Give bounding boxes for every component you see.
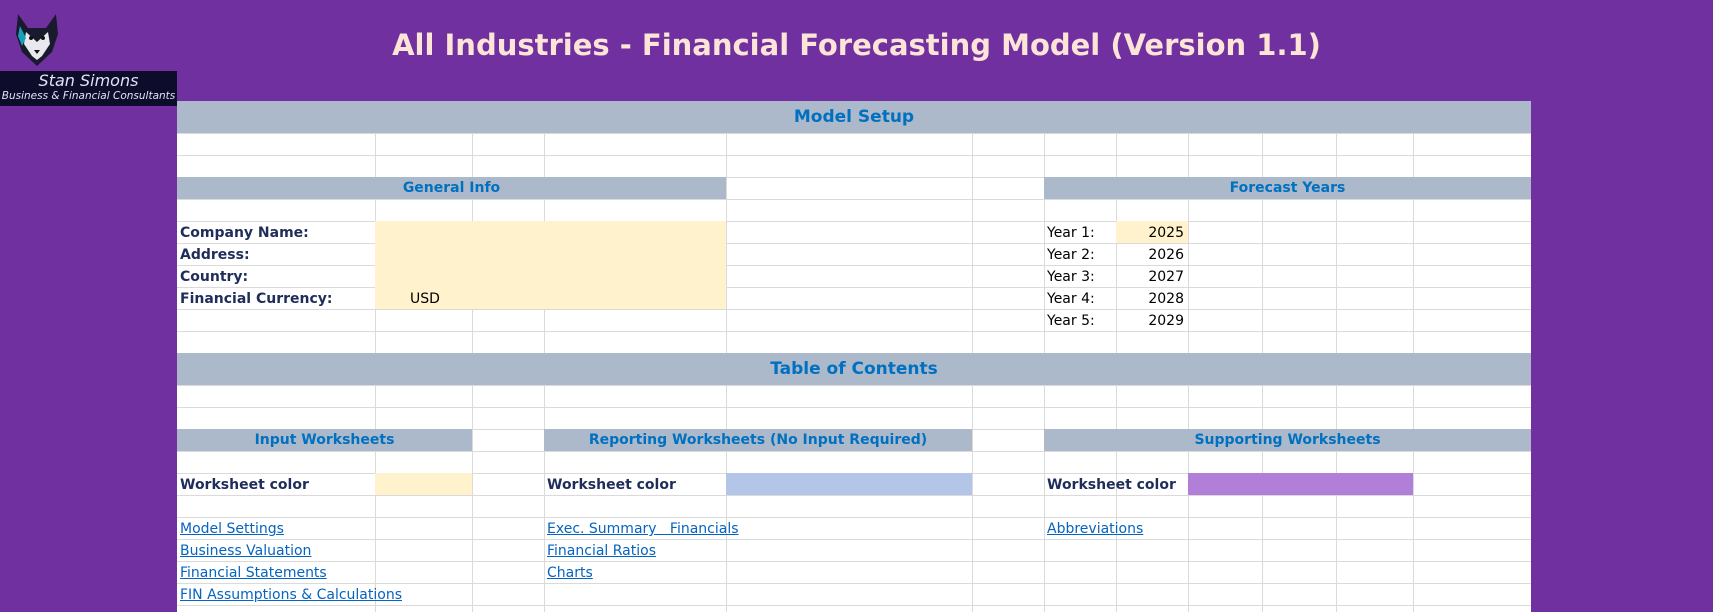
year5-label: Year 5: bbox=[1047, 313, 1095, 329]
grid-row-line bbox=[177, 407, 1531, 408]
link-financial-statements[interactable]: Financial Statements bbox=[180, 565, 327, 581]
forecast-years-heading: Forecast Years bbox=[1044, 177, 1531, 199]
supporting-worksheets-heading: Supporting Worksheets bbox=[1044, 429, 1531, 451]
link-charts[interactable]: Charts bbox=[547, 565, 593, 581]
country-label: Country: bbox=[180, 269, 249, 285]
grid-row-line bbox=[177, 155, 1531, 156]
link-fin-assumptions[interactable]: FIN Assumptions & Calculations bbox=[180, 587, 402, 603]
grid-row-line bbox=[177, 495, 1531, 496]
year1-value[interactable]: 2025 bbox=[1116, 225, 1184, 241]
grid-row-line bbox=[177, 561, 1531, 562]
grid-row-line bbox=[177, 517, 1531, 518]
year5-value: 2029 bbox=[1148, 313, 1184, 329]
year2-value: 2026 bbox=[1148, 247, 1184, 263]
year2-label: Year 2: bbox=[1047, 247, 1095, 263]
year3-value: 2027 bbox=[1148, 269, 1184, 285]
general-info-heading: General Info bbox=[177, 177, 726, 199]
year1-label: Year 1: bbox=[1047, 225, 1095, 241]
currency-label: Financial Currency: bbox=[180, 291, 333, 307]
grid-row-line bbox=[177, 199, 1531, 200]
input-color-label: Worksheet color bbox=[180, 477, 309, 493]
logo-brand-plate: Stan Simons Business & Financial Consult… bbox=[0, 71, 177, 106]
model-setup-heading: Model Setup bbox=[177, 101, 1531, 133]
reporting-worksheets-heading: Reporting Worksheets (No Input Required) bbox=[544, 429, 972, 451]
logo-tagline: Business & Financial Consultants bbox=[1, 90, 176, 102]
link-exec-summary[interactable]: Exec. Summary Financials bbox=[547, 521, 739, 537]
spreadsheet-grid[interactable]: Model Setup General Info Forecast Years … bbox=[177, 101, 1531, 612]
grid-row-line bbox=[177, 331, 1531, 332]
company-logo: Stan Simons Business & Financial Consult… bbox=[0, 8, 177, 106]
year4-label: Year 4: bbox=[1047, 291, 1095, 307]
supporting-color-label: Worksheet color bbox=[1047, 477, 1176, 493]
currency-input[interactable]: USD bbox=[410, 291, 440, 307]
grid-row-line bbox=[177, 385, 1531, 386]
link-abbreviations[interactable]: Abbreviations bbox=[1047, 521, 1143, 537]
link-financial-ratios[interactable]: Financial Ratios bbox=[547, 543, 656, 559]
grid-row-line bbox=[177, 309, 1531, 310]
link-model-settings[interactable]: Model Settings bbox=[180, 521, 284, 537]
title-banner: All Industries - Financial Forecasting M… bbox=[0, 0, 1713, 100]
reporting-color-label: Worksheet color bbox=[547, 477, 676, 493]
grid-row-line bbox=[177, 605, 1531, 606]
grid-row-line bbox=[177, 583, 1531, 584]
grid-row-line bbox=[177, 133, 1531, 134]
year4-value: 2028 bbox=[1148, 291, 1184, 307]
link-business-valuation[interactable]: Business Valuation bbox=[180, 543, 311, 559]
company-name-label: Company Name: bbox=[180, 225, 309, 241]
year3-label: Year 3: bbox=[1047, 269, 1095, 285]
logo-name: Stan Simons bbox=[38, 71, 139, 90]
address-label: Address: bbox=[180, 247, 250, 263]
input-worksheets-heading: Input Worksheets bbox=[177, 429, 472, 451]
reporting-color-swatch bbox=[726, 473, 972, 495]
toc-heading: Table of Contents bbox=[177, 353, 1531, 385]
page-title: All Industries - Financial Forecasting M… bbox=[392, 28, 1321, 62]
grid-row-line bbox=[177, 539, 1531, 540]
grid-row-line bbox=[177, 451, 1531, 452]
input-color-swatch bbox=[375, 473, 472, 495]
wolf-logo-icon bbox=[16, 14, 58, 66]
supporting-color-swatch bbox=[1188, 473, 1413, 495]
